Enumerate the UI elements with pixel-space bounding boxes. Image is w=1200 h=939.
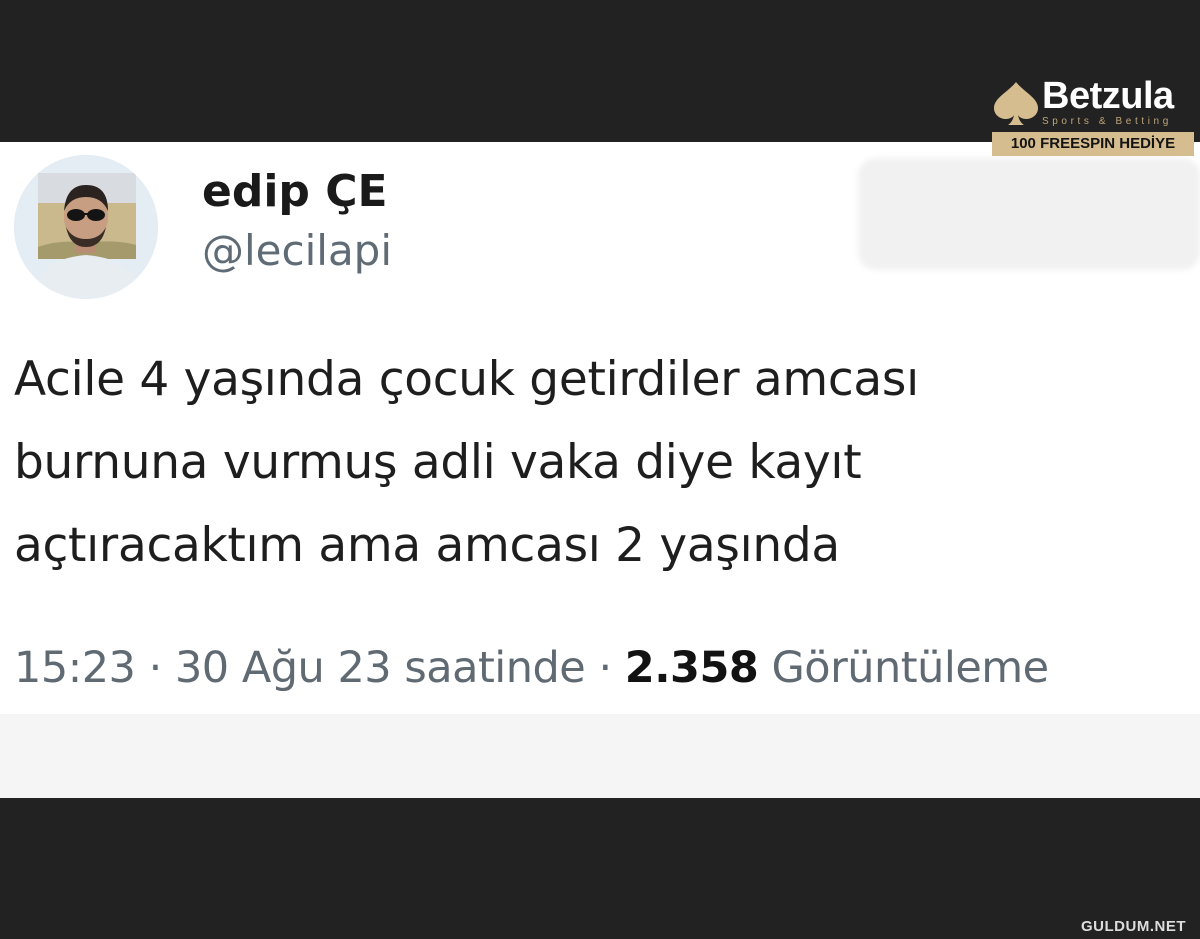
tweet-text: Acile 4 yaşında çocuk getirdiler amcası … [14,338,1194,587]
brand-tagline: Sports & Betting [1042,116,1172,127]
blurred-region [858,158,1200,270]
meta-separator: · [598,643,612,693]
display-name[interactable]: edip ÇE [202,166,388,219]
tweet-card: edip ÇE @lecilapi Acile 4 yaşında çocuk … [0,142,1200,798]
site-watermark: GULDUM.NET [1081,918,1186,935]
tweet-text-line: burnuna vurmuş adli vaka diye kayıt [14,435,862,490]
spade-icon [994,82,1038,125]
tweet-text-line: Acile 4 yaşında çocuk getirdiler amcası [14,352,919,407]
avatar[interactable] [14,155,158,299]
user-handle[interactable]: @lecilapi [202,226,392,276]
tweet-text-line: açtıracaktım ama amcası 2 yaşında [14,518,840,573]
views-count: 2.358 [624,643,759,693]
brand-name: Betzula [1042,75,1174,117]
views-label: Görüntüleme [771,643,1049,693]
tweet-meta: 15:23 · 30 Ağu 23 saatinde · 2.358 Görün… [14,640,1049,696]
meta-separator: · [148,643,163,693]
avatar-photo [14,155,158,299]
card-footer-strip [0,714,1200,798]
promo-badge[interactable]: 100 FREESPIN HEDİYE [992,132,1194,156]
betzula-logo[interactable]: Betzula Sports & Betting 100 FREESPIN HE… [990,75,1196,158]
tweet-date[interactable]: 30 Ağu 23 saatinde [175,643,586,693]
tweet-time[interactable]: 15:23 [14,643,136,693]
